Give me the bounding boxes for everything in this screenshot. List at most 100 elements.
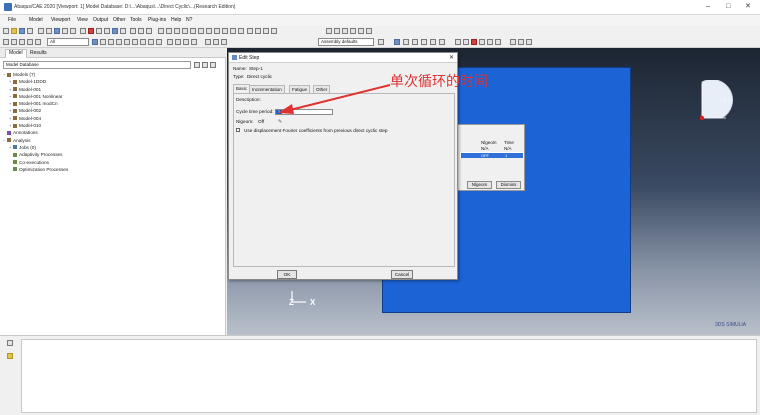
bc2-icon[interactable] xyxy=(463,39,469,45)
menu-other[interactable]: Other xyxy=(113,17,126,23)
display-group-icon[interactable] xyxy=(247,28,253,34)
swap-icon[interactable] xyxy=(140,39,146,45)
pan-icon[interactable] xyxy=(38,28,44,34)
tree-item[interactable]: + Model-1DDD xyxy=(3,78,223,85)
rotate-view-icon[interactable] xyxy=(334,28,340,34)
load-icon[interactable] xyxy=(471,39,477,45)
view-iso-icon[interactable] xyxy=(230,28,236,34)
field3-icon[interactable] xyxy=(495,39,501,45)
minimize-icon[interactable]: – xyxy=(706,3,710,11)
close-icon[interactable]: ✕ xyxy=(745,3,751,11)
ok-button[interactable]: OK xyxy=(277,270,297,279)
view-top-icon[interactable] xyxy=(198,28,204,34)
layer4-icon[interactable] xyxy=(191,39,197,45)
select-icon[interactable] xyxy=(138,28,144,34)
tree-item[interactable]: Optimization Processes xyxy=(3,166,223,173)
move-icon[interactable] xyxy=(326,28,332,34)
menu-model[interactable]: Model xyxy=(29,17,43,23)
tree-item[interactable]: + Model-002 xyxy=(3,107,223,114)
datum-icon[interactable] xyxy=(510,39,516,45)
menu-viewport[interactable]: Viewport xyxy=(51,17,70,23)
menu-view[interactable]: View xyxy=(77,17,88,23)
tree-item[interactable]: + Model-001 Nonlinear xyxy=(3,93,223,100)
filter-icon[interactable] xyxy=(3,39,9,45)
color-icon[interactable] xyxy=(100,39,106,45)
remove-icon[interactable] xyxy=(263,28,269,34)
feature3-icon[interactable] xyxy=(221,39,227,45)
open-file-icon[interactable] xyxy=(11,28,17,34)
menu-help[interactable]: Help xyxy=(171,17,181,23)
dialog-close-icon[interactable]: ✕ xyxy=(449,54,454,61)
tree-item[interactable]: Co-executions xyxy=(3,159,223,166)
options-icon[interactable] xyxy=(35,39,41,45)
tree-item[interactable]: + Jobs (0) xyxy=(3,144,223,151)
clear-icon[interactable] xyxy=(148,39,154,45)
mesh3-icon[interactable] xyxy=(421,39,427,45)
menu-output[interactable]: Output xyxy=(93,17,108,23)
view-right-icon[interactable] xyxy=(222,28,228,34)
invert-icon[interactable] xyxy=(132,39,138,45)
mesh2-icon[interactable] xyxy=(412,39,418,45)
tab-results[interactable]: Results xyxy=(27,50,50,58)
tab-model[interactable]: Model xyxy=(5,49,27,58)
tree-item[interactable]: + Model-004 xyxy=(3,115,223,122)
show-icon[interactable] xyxy=(108,39,114,45)
hide-icon[interactable] xyxy=(116,39,122,45)
feature2-icon[interactable] xyxy=(213,39,219,45)
view-front-icon[interactable] xyxy=(182,28,188,34)
tree-item[interactable]: − Analysis xyxy=(3,137,223,144)
feature-icon[interactable] xyxy=(205,39,211,45)
tree-item[interactable]: + Model-001 xyxy=(3,86,223,93)
print-icon[interactable] xyxy=(27,28,33,34)
info-icon[interactable] xyxy=(394,39,400,45)
shaded-icon[interactable] xyxy=(112,28,118,34)
hidden-line-icon[interactable] xyxy=(104,28,110,34)
new-file-icon[interactable] xyxy=(3,28,9,34)
field-icon[interactable] xyxy=(479,39,485,45)
nlgeom-button[interactable]: Nlgeom xyxy=(467,181,492,189)
selection-icon[interactable] xyxy=(19,39,25,45)
layer3-icon[interactable] xyxy=(183,39,189,45)
wireframe-icon[interactable] xyxy=(96,28,102,34)
add-icon[interactable] xyxy=(271,28,277,34)
module-select[interactable]: All xyxy=(47,38,89,46)
step-row-selected[interactable]: OFF 1 xyxy=(461,153,523,158)
part-display-icon[interactable] xyxy=(378,39,384,45)
assembly-select[interactable]: Assembly defaults xyxy=(318,38,374,46)
python-console-icon[interactable] xyxy=(7,353,13,359)
replace-icon[interactable] xyxy=(255,28,261,34)
tree-collapse-icon[interactable] xyxy=(210,62,216,68)
bc-icon[interactable] xyxy=(455,39,461,45)
text-icon[interactable] xyxy=(158,28,164,34)
tree-item[interactable]: + Model-010 xyxy=(3,122,223,129)
view-custom-icon[interactable] xyxy=(238,28,244,34)
auto-fit-icon[interactable] xyxy=(70,28,76,34)
view-left-icon[interactable] xyxy=(214,28,220,34)
tab-basic[interactable]: Basic xyxy=(233,84,251,93)
tree-item[interactable]: Annotations xyxy=(3,129,223,136)
menu-tools[interactable]: Tools xyxy=(130,17,142,23)
pointer-icon[interactable] xyxy=(166,28,172,34)
perspective-icon[interactable] xyxy=(120,28,126,34)
fourier-checkbox[interactable] xyxy=(236,128,240,132)
datum2-icon[interactable] xyxy=(518,39,524,45)
save-icon[interactable] xyxy=(19,28,25,34)
box-zoom-icon[interactable] xyxy=(366,28,372,34)
rotate-icon[interactable] xyxy=(46,28,52,34)
menu-plugins[interactable]: Plug-ins xyxy=(148,17,166,23)
layer2-icon[interactable] xyxy=(175,39,181,45)
datum3-icon[interactable] xyxy=(526,39,532,45)
dismiss-button[interactable]: Dismiss xyxy=(496,181,521,189)
mesh-icon[interactable] xyxy=(403,39,409,45)
translate-icon[interactable] xyxy=(342,28,348,34)
all-icon[interactable] xyxy=(124,39,130,45)
menu-whatsthis[interactable]: N? xyxy=(186,17,192,23)
mesh4-icon[interactable] xyxy=(430,39,436,45)
tree-item[interactable]: − Models (7) xyxy=(3,71,223,78)
measure-icon[interactable] xyxy=(146,28,152,34)
tools-icon[interactable] xyxy=(156,39,162,45)
box-select-icon[interactable] xyxy=(174,28,180,34)
highlight-icon[interactable] xyxy=(92,39,98,45)
zoom-icon[interactable] xyxy=(358,28,364,34)
cycle-views-icon[interactable] xyxy=(80,28,86,34)
